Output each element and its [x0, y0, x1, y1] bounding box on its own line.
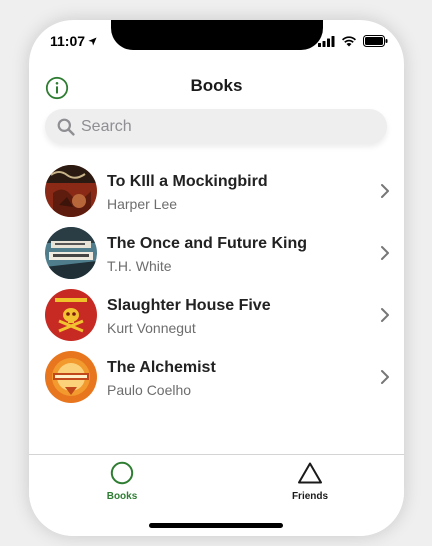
book-author: Kurt Vonnegut	[107, 320, 196, 336]
battery-icon	[363, 35, 388, 47]
book-title: To KIll a Mockingbird	[107, 173, 268, 190]
tab-friends[interactable]: Friends	[250, 461, 370, 502]
book-author: Paulo Coelho	[107, 382, 192, 398]
book-title: The Alchemist	[107, 359, 216, 376]
book-cover-image	[45, 351, 97, 403]
triangle-icon	[298, 462, 322, 484]
status-time-label: 11:07	[50, 33, 86, 49]
circle-icon	[110, 461, 134, 485]
cellular-signal-icon	[318, 35, 335, 47]
chevron-right-icon	[381, 246, 389, 260]
book-row-alchemist[interactable]: The Alchemist Paulo Coelho	[29, 346, 404, 408]
search-bar[interactable]	[45, 109, 387, 144]
book-list: To KIll a Mockingbird Harper Lee The Onc…	[29, 160, 404, 408]
location-arrow-icon	[88, 36, 97, 46]
book-cover-image	[45, 289, 97, 341]
chevron-right-icon	[381, 370, 389, 384]
book-row-once-and-future-king[interactable]: The Once and Future King T.H. White	[29, 222, 404, 284]
status-bar-time: 11:07	[50, 33, 97, 49]
book-row-mockingbird[interactable]: To KIll a Mockingbird Harper Lee	[29, 160, 404, 222]
search-input[interactable]	[81, 117, 361, 136]
phone-screen: 11:07 Books Search To KIll a Mockingbird…	[29, 20, 404, 536]
tab-books-label: Books	[106, 491, 138, 502]
book-cover-image	[45, 165, 97, 217]
page-title: Books	[190, 76, 243, 95]
book-author: T.H. White	[107, 258, 172, 274]
status-bar-indicators	[318, 35, 388, 47]
chevron-right-icon	[381, 184, 389, 198]
search-icon	[57, 118, 75, 136]
home-indicator[interactable]	[149, 523, 283, 528]
book-cover-image	[45, 227, 97, 279]
tab-books[interactable]: Books	[62, 461, 182, 502]
wifi-icon	[342, 35, 356, 47]
book-title: The Once and Future King	[107, 235, 308, 252]
book-title: Slaughter House Five	[107, 297, 271, 314]
book-row-slaughter-house-five[interactable]: Slaughter House Five Kurt Vonnegut	[29, 284, 404, 346]
tab-friends-label: Friends	[291, 491, 329, 502]
chevron-right-icon	[381, 308, 389, 322]
device-notch	[111, 20, 323, 50]
book-author: Harper Lee	[107, 196, 178, 212]
